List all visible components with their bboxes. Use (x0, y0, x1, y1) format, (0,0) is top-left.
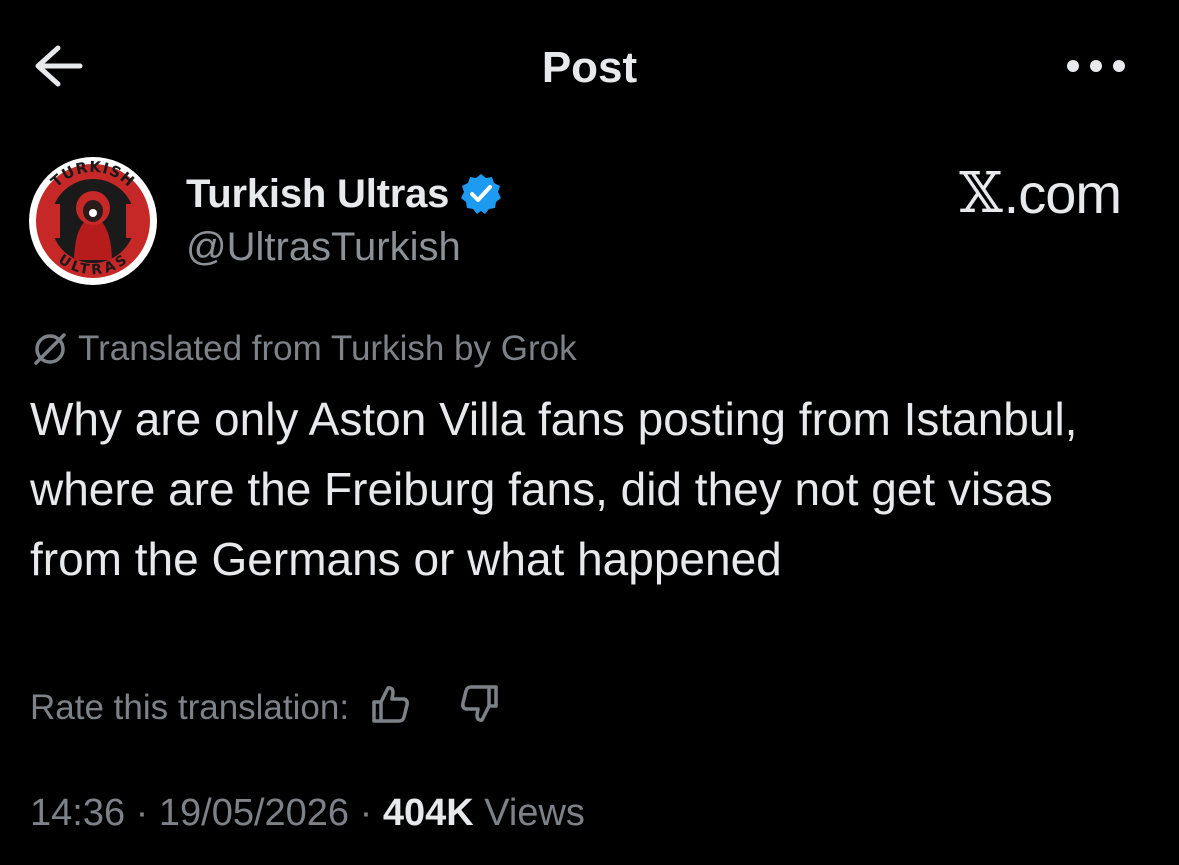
views-label: Views (474, 792, 585, 835)
thumbs-up-icon (370, 683, 412, 734)
translate-icon (30, 329, 70, 369)
thumbs-down-icon (458, 683, 500, 734)
avatar-logo: TURKISH ULTRAS (29, 157, 157, 285)
meta-separator: · (349, 791, 383, 834)
verified-badge-icon (459, 172, 503, 216)
meta-separator: · (125, 791, 159, 834)
views-label-text: Views (484, 791, 585, 834)
xcom-watermark: 𝕏 .com (959, 161, 1122, 226)
rate-translation: Rate this translation: (30, 684, 503, 732)
rate-label: Rate this translation: (30, 688, 350, 727)
more-horizontal-icon (1065, 58, 1127, 79)
avatar[interactable]: TURKISH ULTRAS (28, 156, 158, 286)
author-name: Turkish Ultras (186, 171, 450, 216)
author-handle[interactable]: @UltrasTurkish (186, 222, 461, 272)
post-meta: 14:36 · 19/05/2026 · 404K Views (30, 786, 585, 840)
post-text: Why are only Aston Villa fans posting fr… (30, 393, 1078, 585)
translation-label: Translated from Turkish by Grok (78, 329, 577, 368)
author-name-link[interactable]: Turkish Ultras (186, 166, 503, 222)
translation-notice: Translated from Turkish by Grok (30, 326, 577, 372)
views-count[interactable]: 404K (383, 792, 474, 835)
more-options-button[interactable] (1060, 46, 1132, 90)
page-title: Post (541, 43, 638, 92)
post-time: 14:36 (30, 791, 126, 834)
watermark-suffix: .com (1003, 162, 1122, 225)
post-date: 19/05/2026 (158, 791, 350, 834)
rate-down-button[interactable] (455, 684, 503, 732)
rate-up-button[interactable] (367, 684, 415, 732)
x-logo-icon: 𝕏 (959, 161, 1002, 226)
top-bar: Post (0, 0, 1179, 135)
